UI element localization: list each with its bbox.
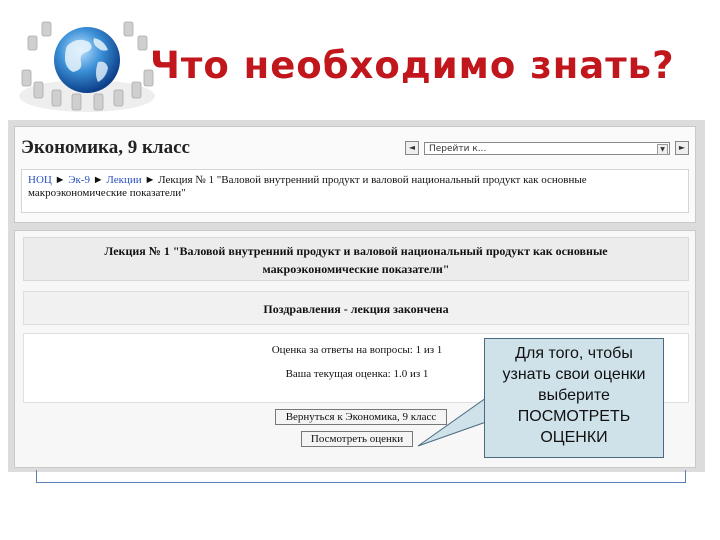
callout-line: выберите <box>538 387 610 404</box>
callout-line: Для того, чтобы <box>515 345 633 362</box>
callout-line: ОЦЕНКИ <box>540 429 608 446</box>
callout-line: узнать свои оценки <box>502 366 646 383</box>
hint-callout: Для того, чтобы узнать свои оценки выбер… <box>484 338 664 458</box>
callout-line: ПОСМОТРЕТЬ <box>517 408 631 425</box>
callout-tail <box>417 397 487 447</box>
